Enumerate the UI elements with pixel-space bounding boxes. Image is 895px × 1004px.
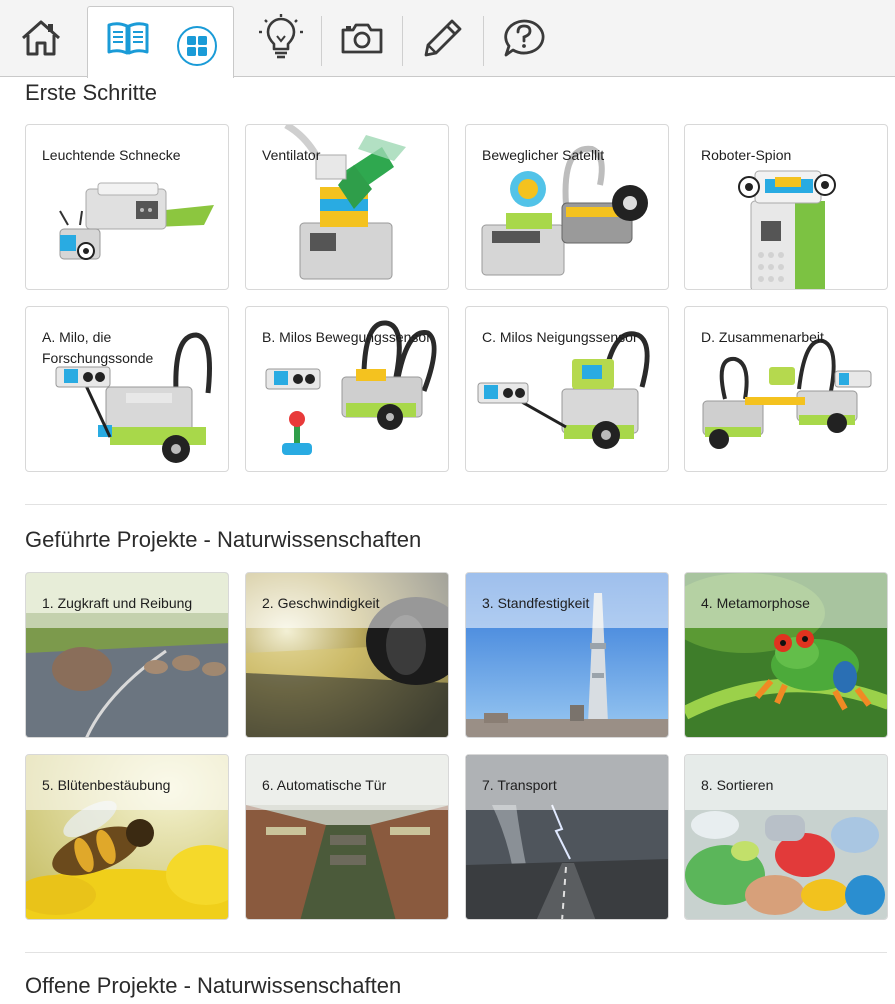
- project-card[interactable]: A. Milo, die Forschungssonde: [25, 306, 229, 472]
- section-title: Geführte Projekte - Naturwissenschaften: [25, 527, 422, 552]
- camera-button[interactable]: [331, 0, 393, 76]
- card-label: 4. Metamorphose: [701, 595, 810, 611]
- project-card[interactable]: 2. Geschwindigkeit: [245, 572, 449, 738]
- project-card[interactable]: Ventilator: [245, 124, 449, 290]
- help-icon: [504, 19, 545, 57]
- project-card[interactable]: 7. Transport: [465, 754, 669, 920]
- book-button[interactable]: [100, 0, 156, 76]
- home-icon: [22, 20, 60, 56]
- project-card[interactable]: Leuchtende Schnecke: [25, 124, 229, 290]
- project-card[interactable]: D. Zusammenarbeit: [684, 306, 888, 472]
- card-label: C. Milos Neigungssensor: [482, 329, 638, 345]
- top-toolbar: [0, 0, 895, 78]
- card-label: Leuchtende Schnecke: [42, 147, 181, 163]
- toolbar-separator: [483, 16, 484, 66]
- card-label: Roboter-Spion: [701, 147, 792, 163]
- section-divider: [25, 952, 887, 953]
- section-title: Offene Projekte - Naturwissenschaften: [25, 973, 402, 998]
- toolbar-separator: [321, 16, 322, 66]
- card-label: D. Zusammenarbeit: [701, 329, 824, 345]
- grid-icon: [177, 26, 217, 66]
- home-button[interactable]: [10, 0, 72, 76]
- ideas-button[interactable]: [250, 0, 312, 76]
- card-label: A. Milo, die Forschungssonde: [42, 329, 154, 366]
- lightbulb-icon: [259, 14, 303, 59]
- card-label: Ventilator: [262, 147, 321, 163]
- book-icon: [107, 22, 149, 55]
- card-label: 1. Zugkraft und Reibung: [42, 595, 193, 611]
- pencil-icon: [424, 19, 462, 57]
- section-title: Erste Schritte: [25, 80, 158, 105]
- section-divider: [25, 504, 887, 505]
- camera-icon: [341, 23, 383, 54]
- project-card[interactable]: 3. Standfestigkeit: [465, 572, 669, 738]
- project-card[interactable]: 8. Sortieren: [684, 754, 888, 920]
- grid-button[interactable]: [173, 8, 221, 84]
- card-label: 5. Blütenbestäubung: [42, 777, 171, 793]
- project-card[interactable]: C. Milos Neigungssensor: [465, 306, 669, 472]
- project-card[interactable]: 6. Automatische Tür: [245, 754, 449, 920]
- card-label: 2. Geschwindigkeit: [262, 595, 380, 611]
- project-card[interactable]: 4. Metamorphose: [684, 572, 888, 738]
- project-card[interactable]: B. Milos Bewegungssensor: [245, 306, 449, 472]
- project-library: Erste Schritte Leuchtende Schnecke Venti…: [0, 78, 895, 1004]
- project-card[interactable]: Beweglicher Satellit: [465, 124, 669, 290]
- card-label: 3. Standfestigkeit: [482, 595, 590, 611]
- edit-button[interactable]: [412, 0, 474, 76]
- card-label: B. Milos Bewegungssensor: [262, 329, 431, 345]
- project-card[interactable]: 1. Zugkraft und Reibung: [25, 572, 229, 738]
- card-label: 7. Transport: [482, 777, 557, 793]
- toolbar-separator: [402, 16, 403, 66]
- help-button[interactable]: [493, 0, 555, 76]
- card-label: 8. Sortieren: [701, 777, 774, 793]
- card-label: 6. Automatische Tür: [262, 777, 387, 793]
- project-card[interactable]: Roboter-Spion: [684, 124, 888, 290]
- project-card[interactable]: 5. Blütenbestäubung: [25, 754, 229, 920]
- card-label: Beweglicher Satellit: [482, 147, 605, 163]
